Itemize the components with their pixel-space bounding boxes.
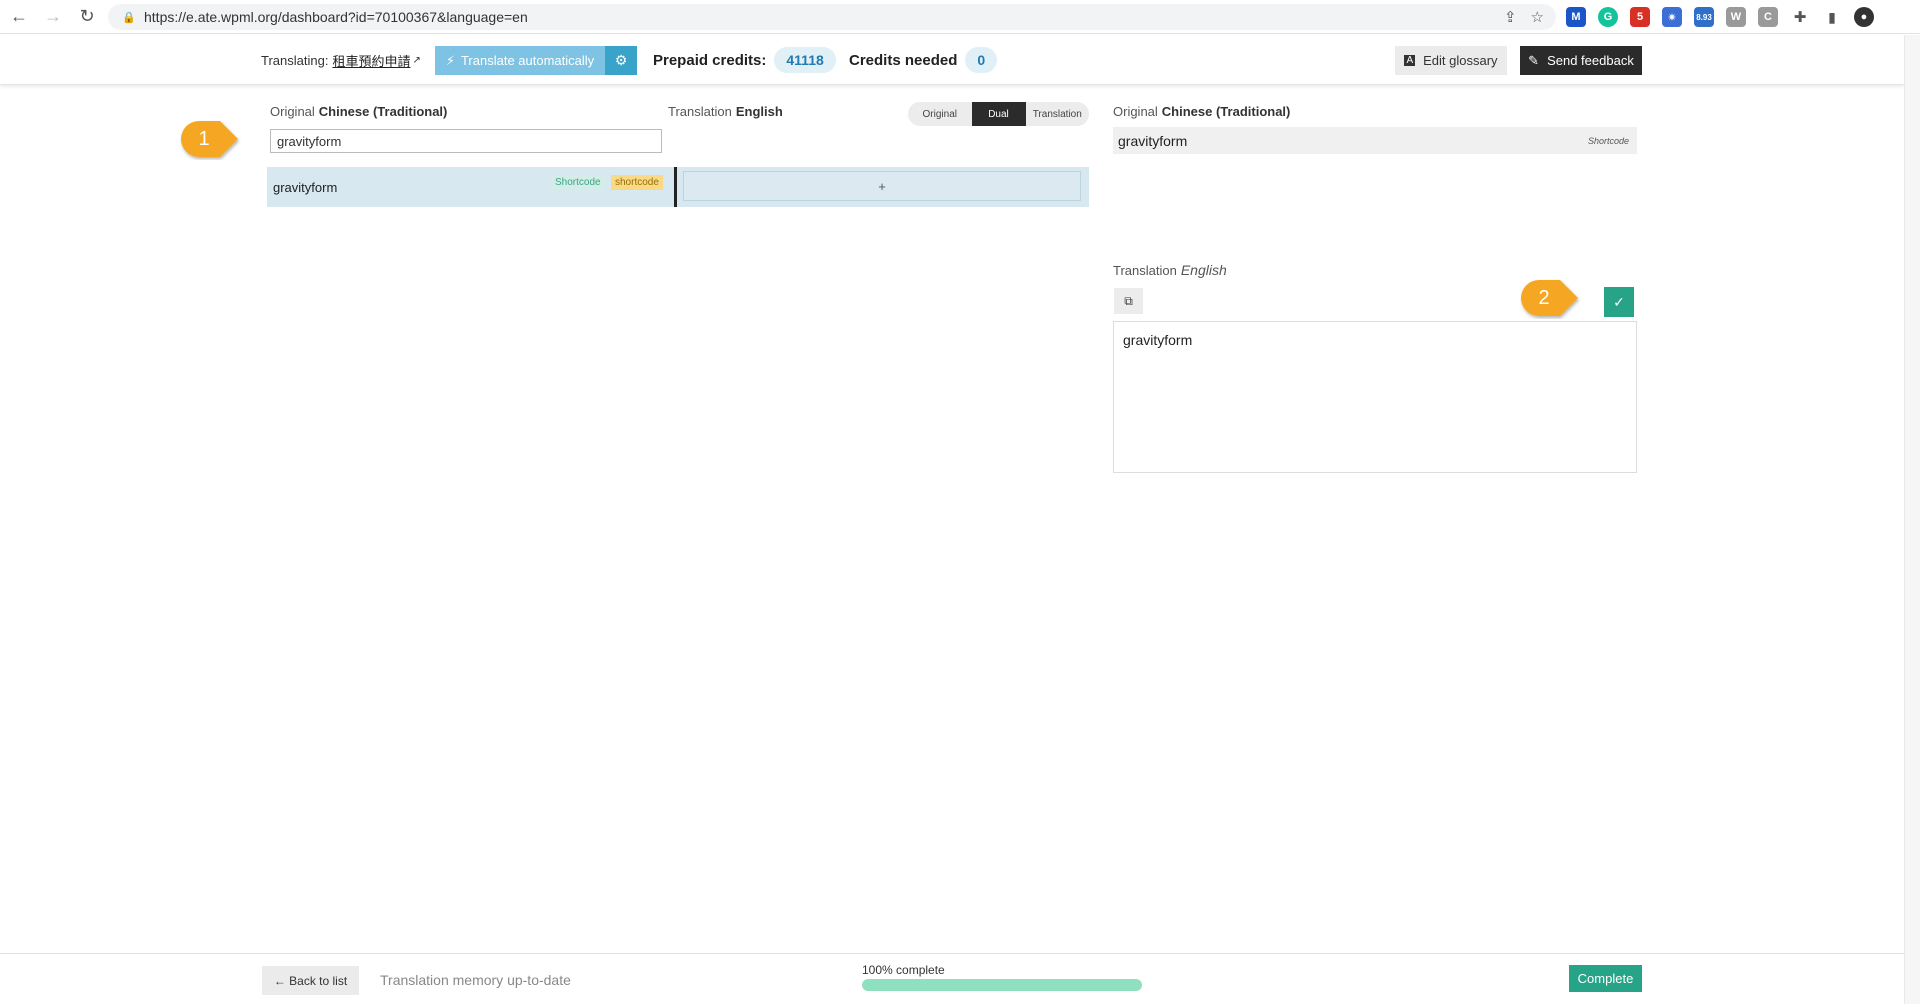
complete-button[interactable]: Complete bbox=[1569, 965, 1642, 992]
sidebar-icon[interactable]: ▮ bbox=[1822, 7, 1842, 27]
progress-bar-fill bbox=[862, 979, 1142, 991]
view-translation-option[interactable]: Translation bbox=[1026, 102, 1090, 126]
edit-glossary-button[interactable]: A Edit glossary bbox=[1395, 46, 1507, 75]
segment-original-cell[interactable]: gravityform Shortcode shortcode bbox=[267, 167, 674, 207]
copy-original-button[interactable]: ⧉ bbox=[1114, 288, 1143, 314]
copy-icon: ⧉ bbox=[1124, 293, 1133, 308]
address-bar[interactable]: 🔒 https://e.ate.wpml.org/dashboard?id=70… bbox=[108, 4, 1556, 30]
original-column-header: Original Chinese (Traditional) bbox=[270, 104, 447, 119]
share-icon[interactable]: ⇪ bbox=[1504, 8, 1517, 26]
callout-1-number: 1 bbox=[198, 127, 210, 150]
plus-icon: + bbox=[878, 178, 886, 194]
send-feedback-button[interactable]: ✎ Send feedback bbox=[1520, 46, 1642, 75]
extension-m-icon[interactable]: M bbox=[1566, 7, 1586, 27]
star-icon[interactable]: ☆ bbox=[1531, 8, 1544, 26]
panel-translation-language: English bbox=[1180, 262, 1227, 278]
reload-icon[interactable]: ↻ bbox=[72, 2, 102, 32]
credits-needed-badge: 0 bbox=[965, 47, 998, 73]
translation-column-header: Translation English bbox=[668, 104, 783, 119]
external-link-icon[interactable]: ↗ bbox=[412, 55, 420, 66]
prepaid-credits-badge: 41118 bbox=[774, 47, 836, 73]
gear-icon: ⚙ bbox=[614, 52, 628, 68]
original-language: Chinese (Traditional) bbox=[318, 104, 448, 119]
callout-2: 2 bbox=[1520, 279, 1580, 317]
extension-basket-icon[interactable]: 8.93 bbox=[1694, 7, 1714, 27]
back-to-list-button[interactable]: ← Back to list bbox=[262, 966, 359, 995]
translate-automatically-button[interactable]: ⚡ Translate automatically bbox=[435, 46, 605, 75]
view-mode-toggle: Original Dual Translation bbox=[908, 102, 1089, 126]
progress-bar bbox=[862, 979, 1142, 991]
page-scrollbar[interactable] bbox=[1904, 35, 1920, 1004]
forward-arrow-icon[interactable]: → bbox=[38, 2, 68, 32]
extension-grammarly-icon[interactable]: G bbox=[1598, 7, 1618, 27]
panel-original-text: gravityform bbox=[1118, 132, 1188, 149]
view-original-option[interactable]: Original bbox=[908, 102, 972, 126]
progress-label: 100% complete bbox=[862, 963, 945, 977]
checkmark-icon: ✓ bbox=[1613, 293, 1625, 310]
translation-language: English bbox=[735, 104, 783, 119]
panel-original-label: Original bbox=[1113, 104, 1158, 119]
prepaid-credits-label: Prepaid credits: bbox=[653, 51, 767, 69]
url-text: https://e.ate.wpml.org/dashboard?id=7010… bbox=[144, 9, 528, 25]
shortcode-tag-highlight: shortcode bbox=[611, 175, 663, 190]
callout-2-number: 2 bbox=[1538, 286, 1550, 309]
extension-badge-icon[interactable]: 5 bbox=[1630, 7, 1650, 27]
panel-original-language: Chinese (Traditional) bbox=[1161, 104, 1291, 119]
panel-translation-header: Translation English bbox=[1113, 262, 1227, 278]
segment-translation-cell[interactable]: + bbox=[677, 167, 1089, 207]
prepaid-credits: Prepaid credits: 41118 bbox=[653, 35, 836, 85]
panel-original-header: Original Chinese (Traditional) bbox=[1113, 104, 1290, 119]
translation-textarea[interactable] bbox=[1113, 321, 1637, 473]
puzzle-icon[interactable]: ✚ bbox=[1790, 7, 1810, 27]
document-link[interactable]: 租車預約申請 bbox=[332, 51, 410, 70]
panel-shortcode-tag: Shortcode bbox=[1587, 135, 1629, 146]
view-dual-option[interactable]: Dual bbox=[971, 102, 1026, 126]
callout-1: 1 bbox=[180, 120, 240, 158]
translation-label: Translation bbox=[668, 104, 732, 119]
pencil-icon: ✎ bbox=[1528, 52, 1540, 68]
auto-translate-settings-button[interactable]: ⚙ bbox=[605, 46, 637, 75]
extension-w-icon[interactable]: W bbox=[1726, 7, 1746, 27]
profile-avatar[interactable]: ● bbox=[1854, 7, 1874, 27]
extension-c-icon[interactable]: C bbox=[1758, 7, 1778, 27]
panel-original-text-box: gravityform Shortcode bbox=[1113, 127, 1637, 154]
search-input[interactable] bbox=[270, 129, 662, 153]
lightning-icon: ⚡ bbox=[445, 52, 455, 68]
save-translation-button[interactable]: ✓ bbox=[1604, 287, 1634, 317]
browser-toolbar: ← → ↻ 🔒 https://e.ate.wpml.org/dashboard… bbox=[0, 0, 1920, 34]
translating-info: Translating: 租車預約申請 ↗ bbox=[261, 35, 421, 85]
panel-translation-label: Translation bbox=[1113, 263, 1177, 278]
lock-icon: 🔒 bbox=[122, 12, 136, 24]
credits-needed: Credits needed 0 bbox=[849, 35, 998, 85]
back-arrow-icon[interactable]: ← bbox=[4, 2, 34, 32]
translate-automatically-label: Translate automatically bbox=[460, 53, 595, 68]
segment-original-text: gravityform bbox=[273, 179, 338, 195]
translation-memory-status: Translation memory up-to-date bbox=[380, 971, 571, 988]
original-label: Original bbox=[270, 104, 315, 119]
translating-label: Translating: bbox=[261, 52, 329, 68]
extension-gear-icon[interactable]: ✷ bbox=[1662, 7, 1682, 27]
glossary-icon: A bbox=[1404, 55, 1416, 66]
footer-bar: ← Back to list Translation memory up-to-… bbox=[0, 953, 1904, 1004]
credits-needed-label: Credits needed bbox=[849, 51, 958, 69]
edit-glossary-label: Edit glossary bbox=[1423, 53, 1498, 68]
app-header: Translating: 租車預約申請 ↗ ⚡ Translate automa… bbox=[0, 35, 1904, 85]
shortcode-tag: Shortcode bbox=[551, 175, 605, 190]
send-feedback-label: Send feedback bbox=[1547, 53, 1634, 68]
add-translation-button[interactable]: + bbox=[683, 171, 1081, 201]
extensions-bar: M G 5 ✷ 8.93 W C ✚ ▮ ● bbox=[1566, 5, 1874, 29]
